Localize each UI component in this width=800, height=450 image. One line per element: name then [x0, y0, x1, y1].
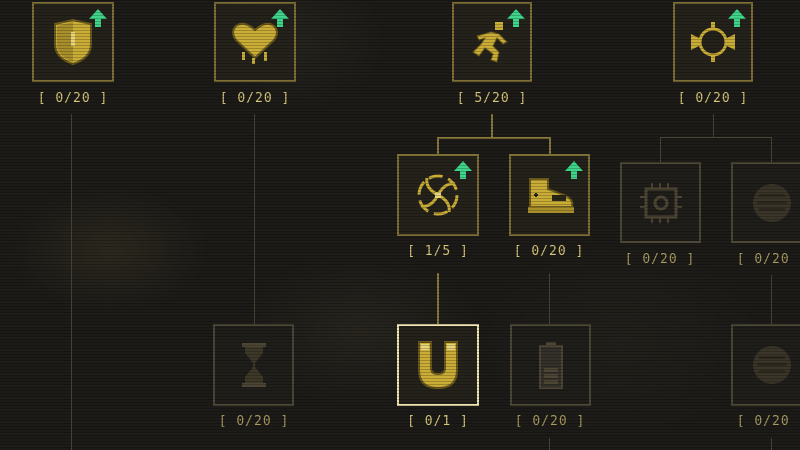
level-chip: [ 0/20 ]: [624, 252, 696, 267]
magnet-icon: [418, 341, 458, 390]
coin-icon: [753, 183, 791, 222]
skill-node-target[interactable]: [673, 2, 753, 82]
level-magnet: [ 0/1 ]: [407, 414, 469, 429]
level-coin-1: [ 0/20 ]: [736, 252, 800, 267]
connector-to-coin: [771, 137, 772, 162]
connector-boots-battery: [549, 273, 550, 324]
level-coin-2: [ 0/20 ]: [736, 414, 800, 429]
connector-shield-down: [71, 114, 72, 450]
connector-heart-down: [254, 114, 255, 324]
hourglass-icon: [241, 343, 266, 387]
level-shield: [ 0/20 ]: [37, 91, 109, 106]
skill-node-boots[interactable]: [509, 154, 590, 236]
connector-vortex-magnet: [437, 273, 439, 324]
connector-target-branch: [660, 137, 772, 138]
skill-node-coin-1[interactable]: [731, 162, 800, 243]
upgrade-arrow-icon: [271, 9, 289, 27]
upgrade-arrow-icon: [89, 9, 107, 27]
skill-node-shield[interactable]: [32, 2, 114, 82]
connector-coin2-down: [771, 438, 772, 450]
skill-node-vortex[interactable]: [397, 154, 479, 236]
battery-icon: [538, 342, 563, 389]
connector-coin-down: [771, 275, 772, 324]
upgrade-arrow-icon: [454, 161, 472, 179]
skill-node-heart[interactable]: [214, 2, 296, 82]
level-hourglass: [ 0/20 ]: [218, 414, 290, 429]
skill-node-speed[interactable]: [452, 2, 532, 82]
level-target: [ 0/20 ]: [677, 91, 749, 106]
skill-node-battery[interactable]: [510, 324, 591, 406]
upgrade-arrow-icon: [507, 9, 525, 27]
level-vortex: [ 1/5 ]: [407, 244, 469, 259]
skill-tree: [ 0/20 ] [ 0/20 ] [ 5/20 ] [ 0/20 ] [1/…: [0, 0, 800, 450]
connector-to-boots: [549, 137, 551, 154]
coin-icon: [753, 346, 791, 384]
connector-speed-branch: [437, 137, 550, 139]
level-boots: [ 0/20 ]: [513, 244, 585, 259]
skill-node-hourglass[interactable]: [213, 324, 294, 406]
connector-to-chip: [660, 137, 661, 162]
chip-icon: [639, 182, 682, 223]
level-speed: [ 5/20 ]: [456, 91, 528, 106]
skill-node-coin-2[interactable]: [731, 324, 800, 406]
level-heart: [ 0/20 ]: [219, 91, 291, 106]
connector-target-down: [713, 114, 714, 138]
upgrade-arrow-icon: [728, 9, 746, 27]
skill-node-magnet[interactable]: [397, 324, 479, 406]
skill-node-chip[interactable]: [620, 162, 701, 243]
connector-to-vortex: [437, 137, 439, 154]
connector-speed-down: [491, 114, 493, 138]
upgrade-arrow-icon: [565, 161, 583, 179]
level-battery: [ 0/20 ]: [514, 414, 586, 429]
connector-battery-down: [549, 438, 550, 450]
